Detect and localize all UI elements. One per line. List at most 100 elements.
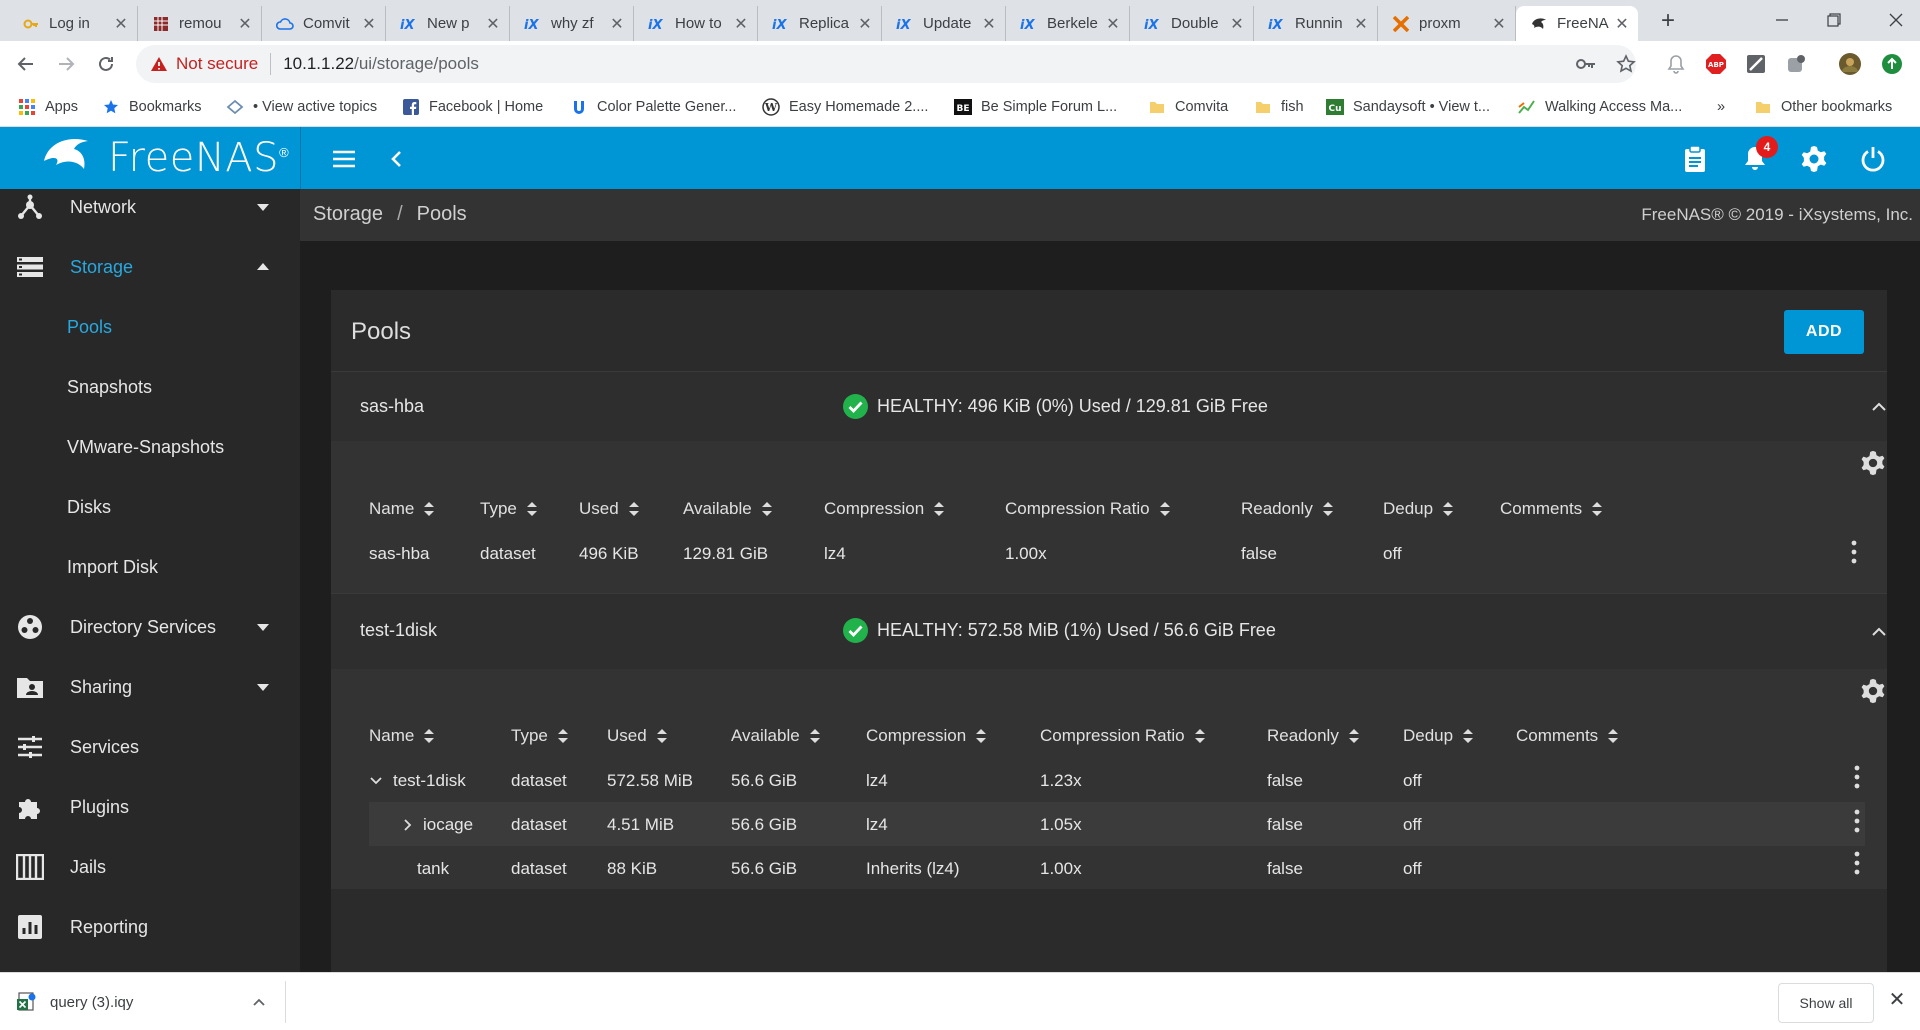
reload-button[interactable] [94, 52, 118, 76]
row-actions-kebab-icon[interactable] [1849, 539, 1859, 565]
browser-tab-howto[interactable]: iX How to ✕ [634, 6, 758, 41]
bookmarks-overflow-button[interactable]: » [1717, 87, 1725, 127]
browser-tab-whyzf[interactable]: iX why zf ✕ [510, 6, 634, 41]
bookmark-comvita[interactable]: Comvita [1148, 87, 1228, 127]
table-row[interactable]: tank dataset 88 KiB 56.6 GiB Inherits (l… [369, 846, 1865, 890]
close-tab-icon[interactable]: ✕ [1614, 16, 1630, 33]
column-header-used[interactable]: Used [579, 499, 640, 519]
chevron-down-icon[interactable] [369, 774, 383, 788]
pool-header-sas-hba[interactable]: sas-hba HEALTHY: 496 KiB (0%) Used / 129… [331, 371, 1887, 441]
column-header-used[interactable]: Used [607, 726, 668, 746]
row-actions-kebab-icon[interactable] [1852, 850, 1862, 876]
column-header-comments[interactable]: Comments [1516, 726, 1619, 746]
forward-button[interactable] [54, 52, 78, 76]
browser-tab-replica[interactable]: iX Replica ✕ [758, 6, 882, 41]
task-manager-icon[interactable] [1681, 145, 1709, 173]
extension-tool-icon[interactable] [1744, 52, 1768, 76]
bookmark-facebook[interactable]: Facebook | Home [402, 87, 543, 127]
sidebar-item-directory-services[interactable]: Directory Services [0, 597, 300, 657]
row-actions-kebab-icon[interactable] [1852, 764, 1862, 790]
bookmark-active-topics[interactable]: • View active topics [226, 87, 377, 127]
sidebar-subitem-snapshots[interactable]: Snapshots [0, 357, 300, 417]
close-tab-icon[interactable]: ✕ [733, 16, 749, 33]
column-header-comments[interactable]: Comments [1500, 499, 1603, 519]
chevron-right-icon[interactable] [401, 818, 415, 832]
bookmark-walking-access[interactable]: Walking Access Ma... [1518, 87, 1682, 127]
pool-header-test-1disk[interactable]: test-1disk HEALTHY: 572.58 MiB (1%) Used… [331, 593, 1887, 669]
profile-avatar-icon[interactable] [1838, 52, 1862, 76]
close-tab-icon[interactable]: ✕ [485, 16, 501, 33]
column-header-dedup[interactable]: Dedup [1383, 499, 1454, 519]
close-tab-icon[interactable]: ✕ [609, 16, 625, 33]
table-settings-gear-icon[interactable] [1859, 449, 1887, 477]
browser-tab-comvit[interactable]: Comvit ✕ [262, 6, 386, 41]
column-header-type[interactable]: Type [480, 499, 538, 519]
bookmark-easy-homemade[interactable]: W Easy Homemade 2.... [762, 87, 928, 127]
show-all-downloads-button[interactable]: Show all [1778, 983, 1874, 1023]
bookmark-fish[interactable]: fish [1254, 87, 1304, 127]
browser-tab-berkele[interactable]: iX Berkele ✕ [1006, 6, 1130, 41]
table-row[interactable]: test-1disk dataset 572.58 MiB 56.6 GiB l… [369, 758, 1865, 802]
download-item[interactable]: query (3).iqy [16, 981, 286, 1023]
row-actions-kebab-icon[interactable] [1852, 808, 1862, 834]
column-header-readonly[interactable]: Readonly [1241, 499, 1334, 519]
close-tab-icon[interactable]: ✕ [1353, 16, 1369, 33]
bookmark-other[interactable]: Other bookmarks [1754, 87, 1892, 127]
minimize-window-button[interactable] [1770, 8, 1794, 32]
close-tab-icon[interactable]: ✕ [113, 16, 129, 33]
bookmark-color-palette[interactable]: Color Palette Gener... [570, 87, 736, 127]
browser-tab-newp[interactable]: iX New p ✕ [386, 6, 510, 41]
column-header-type[interactable]: Type [511, 726, 569, 746]
close-tab-icon[interactable]: ✕ [1229, 16, 1245, 33]
browser-tab-proxm[interactable]: proxm ✕ [1378, 6, 1516, 41]
column-header-available[interactable]: Available [731, 726, 821, 746]
browser-tab-login[interactable]: Log in ✕ [8, 6, 138, 41]
close-tab-icon[interactable]: ✕ [1491, 16, 1507, 33]
sidebar-item-jails[interactable]: Jails [0, 837, 300, 897]
browser-tab-freenas[interactable]: FreeNA ✕ [1516, 6, 1638, 41]
browser-tab-double[interactable]: iX Double ✕ [1130, 6, 1254, 41]
table-settings-gear-icon[interactable] [1859, 677, 1887, 705]
column-header-name[interactable]: Name [369, 726, 435, 746]
browser-tab-update[interactable]: iX Update ✕ [882, 6, 1006, 41]
adblock-icon[interactable]: ABP [1704, 52, 1728, 76]
chevron-up-icon[interactable] [1871, 627, 1887, 637]
sidebar-item-services[interactable]: Services [0, 717, 300, 777]
bookmark-star-icon[interactable] [1614, 52, 1638, 76]
url-text[interactable]: 10.1.1.22/ui/storage/pools [283, 54, 479, 74]
bookmark-bookmarks[interactable]: Bookmarks [102, 87, 202, 127]
power-icon[interactable] [1859, 145, 1887, 173]
password-key-icon[interactable] [1574, 52, 1598, 76]
browser-tab-remou[interactable]: remou ✕ [138, 6, 262, 41]
not-secure-label[interactable]: Not secure [176, 54, 258, 74]
column-header-name[interactable]: Name [369, 499, 435, 519]
close-tab-icon[interactable]: ✕ [1105, 16, 1121, 33]
chevron-up-icon[interactable] [252, 997, 266, 1007]
close-tab-icon[interactable]: ✕ [361, 16, 377, 33]
breadcrumb-storage[interactable]: Storage [313, 203, 383, 226]
sidebar-subitem-import-disk[interactable]: Import Disk [0, 537, 300, 597]
address-bar[interactable]: Not secure 10.1.1.22/ui/storage/pools [136, 45, 1636, 83]
close-tab-icon[interactable]: ✕ [857, 16, 873, 33]
column-header-compression[interactable]: Compression [866, 726, 987, 746]
table-row[interactable]: iocage dataset 4.51 MiB 56.6 GiB lz4 1.0… [369, 802, 1865, 846]
sidebar-item-reporting[interactable]: Reporting [0, 897, 300, 957]
chevron-up-icon[interactable] [1871, 402, 1887, 412]
sidebar-item-storage[interactable]: Storage [0, 237, 300, 297]
settings-gear-icon[interactable] [1800, 145, 1828, 173]
add-pool-button[interactable]: ADD [1784, 310, 1864, 354]
sidebar-item-network[interactable]: Network [0, 189, 300, 237]
sidebar-item-plugins[interactable]: Plugins [0, 777, 300, 837]
sidebar-subitem-pools[interactable]: Pools [0, 297, 300, 357]
collapse-sidebar-icon[interactable] [382, 145, 410, 173]
column-header-available[interactable]: Available [683, 499, 773, 519]
close-tab-icon[interactable]: ✕ [981, 16, 997, 33]
column-header-compression[interactable]: Compression [824, 499, 945, 519]
column-header-compression-ratio[interactable]: Compression Ratio [1005, 499, 1171, 519]
close-window-button[interactable] [1884, 8, 1908, 32]
sidebar-item-sharing[interactable]: Sharing [0, 657, 300, 717]
close-shelf-icon[interactable]: ✕ [1888, 990, 1906, 1010]
sidebar-subitem-vmware-snapshots[interactable]: VMware-Snapshots [0, 417, 300, 477]
column-header-compression-ratio[interactable]: Compression Ratio [1040, 726, 1206, 746]
back-button[interactable] [14, 52, 38, 76]
